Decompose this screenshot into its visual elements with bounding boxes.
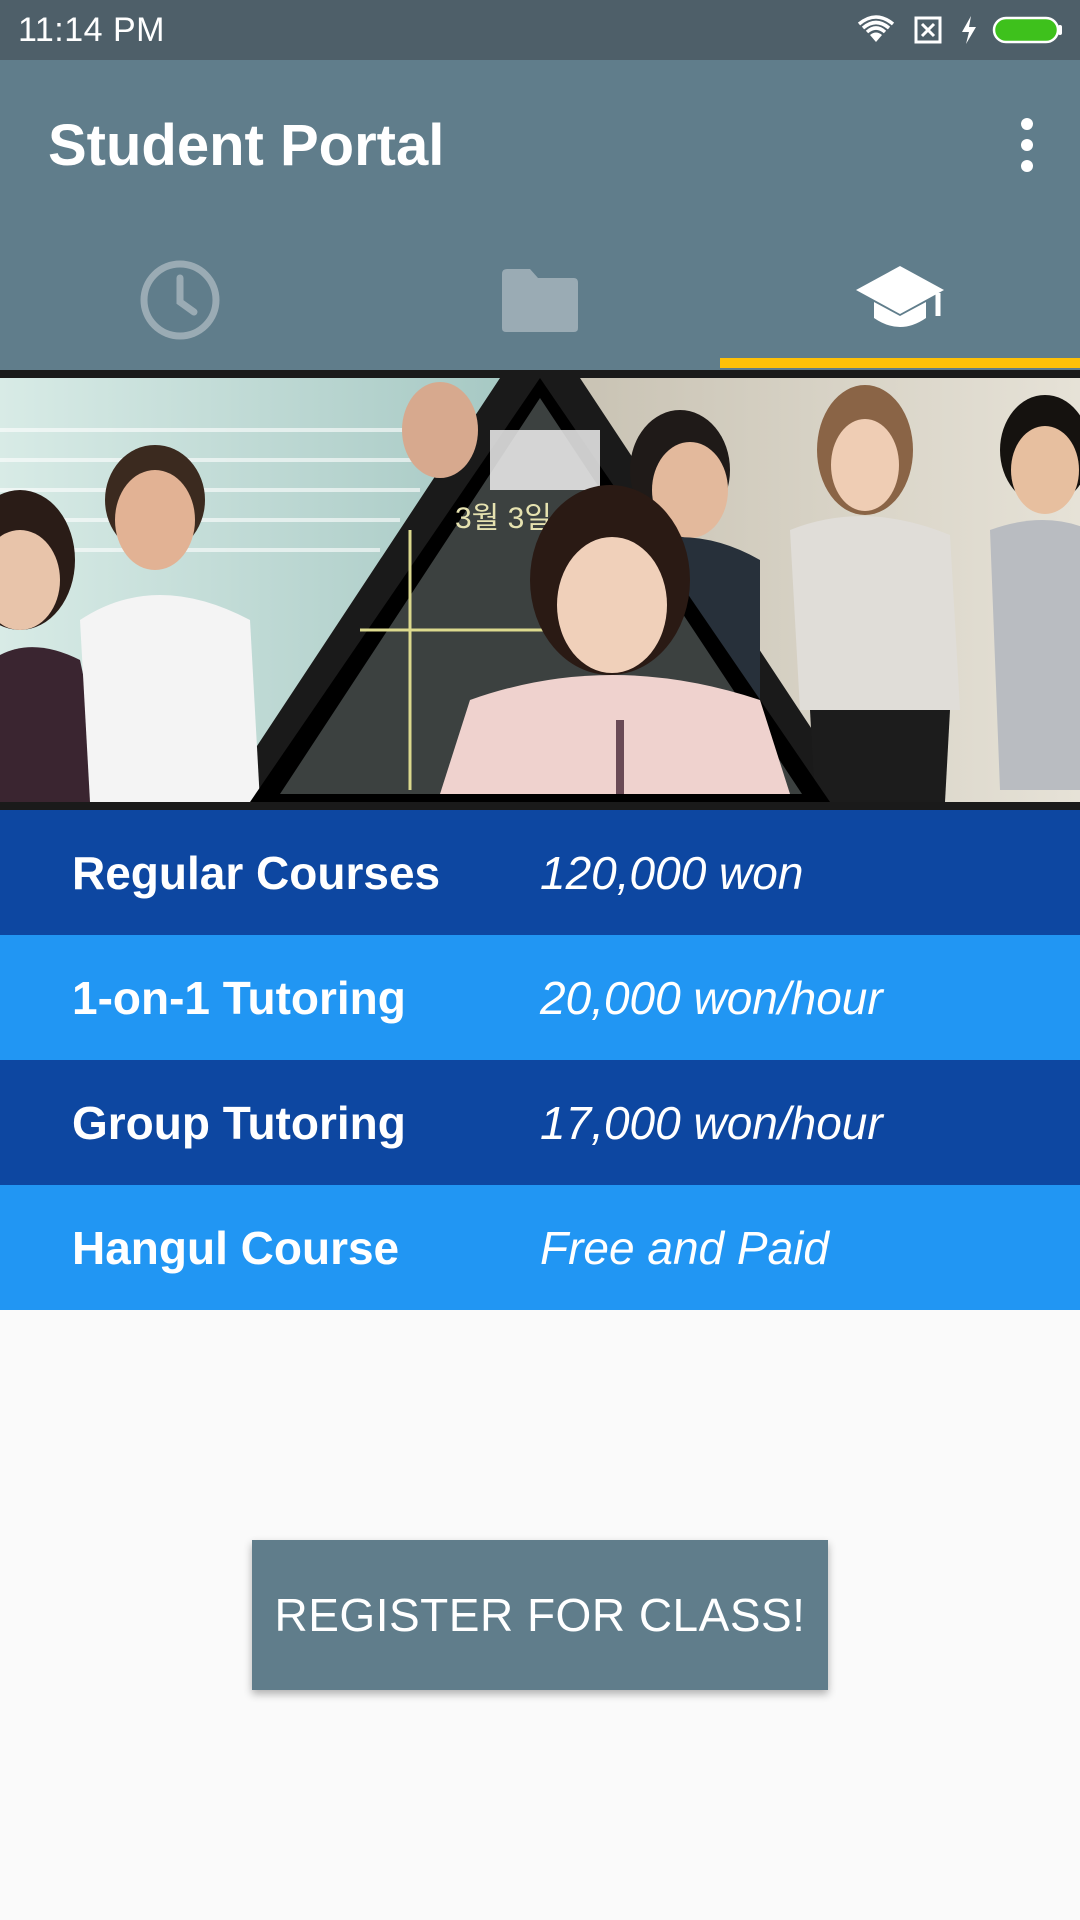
status-bar: 11:14 PM <box>0 0 1080 60</box>
folder-icon <box>502 269 578 332</box>
course-name: Hangul Course <box>72 1221 400 1274</box>
battery-icon <box>992 16 1062 44</box>
status-icons <box>856 15 1064 45</box>
charging-icon <box>962 16 976 44</box>
course-price: 120,000 won <box>540 846 804 899</box>
course-name: 1-on-1 Tutoring <box>72 971 406 1024</box>
wifi-icon <box>857 15 895 42</box>
banner-photo: 3월 3일 <box>0 370 1080 810</box>
tab-files[interactable] <box>360 230 720 370</box>
banner-handwriting: 3월 3일 <box>455 502 552 535</box>
price-row: 1-on-1 Tutoring 20,000 won/hour <box>0 935 1080 1060</box>
tab-courses[interactable] <box>720 230 1080 370</box>
tab-history[interactable] <box>0 230 360 370</box>
register-button[interactable]: REGISTER FOR CLASS! <box>252 1540 828 1690</box>
course-name: Regular Courses <box>72 846 441 899</box>
course-price: Free and Paid <box>540 1221 829 1274</box>
course-name: Group Tutoring <box>72 1096 406 1149</box>
course-price: 17,000 won/hour <box>540 1096 883 1149</box>
tab-bar <box>0 230 1080 370</box>
more-vert-icon[interactable] <box>1002 110 1052 180</box>
course-price: 20,000 won/hour <box>540 971 883 1024</box>
app-title: Student Portal <box>48 113 445 178</box>
app-bar: Student Portal <box>0 60 1080 370</box>
course-price-list: Regular Courses 120,000 won 1-on-1 Tutor… <box>0 810 1080 1310</box>
price-row: Group Tutoring 17,000 won/hour <box>0 1060 1080 1185</box>
graduation-cap-icon <box>856 266 944 327</box>
banner-illustration: 3월 3일 <box>0 378 1080 802</box>
status-time: 11:14 PM <box>18 10 166 49</box>
price-row: Regular Courses 120,000 won <box>0 810 1080 935</box>
no-sim-icon <box>914 16 942 44</box>
clock-icon <box>140 260 220 340</box>
price-row: Hangul Course Free and Paid <box>0 1185 1080 1310</box>
